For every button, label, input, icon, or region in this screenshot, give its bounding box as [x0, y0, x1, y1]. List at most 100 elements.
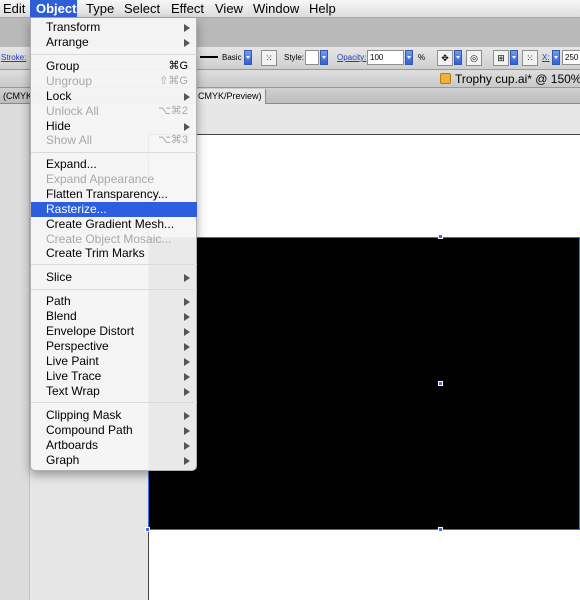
menu-item-artboards[interactable]: Artboards [31, 438, 197, 453]
x-stepper[interactable] [552, 50, 560, 65]
menu-item-label: Rasterize... [46, 202, 107, 216]
menu-edit[interactable]: Edit [0, 0, 31, 17]
menu-item-lock[interactable]: Lock [31, 89, 197, 104]
menu-item-label: Path [46, 294, 71, 308]
menu-window[interactable]: Window [247, 0, 305, 17]
menu-item-path[interactable]: Path [31, 294, 197, 309]
submenu-arrow-icon [184, 427, 190, 435]
isolate-icon[interactable]: ◎ [466, 50, 482, 66]
menu-item-clipping-mask[interactable]: Clipping Mask [31, 408, 197, 423]
menu-item-arrange[interactable]: Arrange [31, 35, 197, 50]
opacity-label[interactable]: Opacity: [337, 53, 366, 62]
menu-item-perspective[interactable]: Perspective [31, 339, 197, 354]
menu-item-label: Ungroup [46, 74, 93, 88]
menu-item-label: Show All [46, 133, 93, 147]
menu-item-label: Clipping Mask [46, 408, 122, 422]
menu-item-graph[interactable]: Graph [31, 453, 197, 468]
menu-item-label: Perspective [46, 339, 109, 353]
menu-item-label: Live Paint [46, 354, 99, 368]
menu-item-shortcut: ⇧⌘G [159, 75, 188, 87]
menu-item-label: Graph [46, 453, 80, 467]
menu-item-label: Arrange [46, 35, 89, 49]
brush-dropdown[interactable] [244, 50, 252, 65]
opacity-dropdown[interactable] [405, 50, 413, 65]
menu-object[interactable]: Object [30, 0, 77, 17]
stroke-label[interactable]: Stroke: [1, 53, 26, 62]
submenu-arrow-icon [184, 343, 190, 351]
style-dropdown[interactable] [320, 50, 328, 65]
menu-item-label: Transform [46, 20, 101, 34]
menu-item-blend[interactable]: Blend [31, 309, 197, 324]
menu-item-label: Create Gradient Mesh... [46, 217, 175, 231]
opacity-input[interactable]: 100 [367, 50, 404, 65]
x-input[interactable]: 250 [562, 50, 580, 65]
x-label[interactable]: X: [542, 53, 550, 62]
menu-item-shortcut: ⌘G [168, 60, 188, 72]
menu-item-compound-path[interactable]: Compound Path [31, 423, 197, 438]
submenu-arrow-icon [184, 39, 190, 47]
menu-separator [31, 289, 197, 290]
menu-item-label: Flatten Transparency... [46, 187, 168, 201]
menu-type[interactable]: Type [80, 0, 120, 17]
center-point-handle[interactable] [438, 381, 443, 386]
menu-item-live-trace[interactable]: Live Trace [31, 369, 197, 384]
submenu-arrow-icon [184, 358, 190, 366]
menu-item-show-all: Show All ⌥⌘3 [31, 133, 197, 148]
recolor-dropdown[interactable] [454, 50, 462, 65]
tab-document-active[interactable]: CMYK/Preview) [195, 89, 266, 104]
menu-item-group[interactable]: Group ⌘G [31, 59, 197, 74]
menu-item-hide[interactable]: Hide [31, 119, 197, 134]
menu-item-envelope-distort[interactable]: Envelope Distort [31, 324, 197, 339]
menu-item-create-object-mosaic: Create Object Mosaic... [31, 232, 197, 247]
style-label: Style: [284, 53, 305, 62]
selected-rectangle[interactable] [148, 237, 580, 530]
bottom-center-handle[interactable] [438, 527, 443, 532]
menu-item-label: Create Trim Marks [46, 246, 145, 260]
menu-item-label: Text Wrap [46, 384, 100, 398]
menu-item-label: Slice [46, 270, 73, 284]
submenu-arrow-icon [184, 373, 190, 381]
submenu-arrow-icon [184, 123, 190, 131]
menu-item-label: Unlock All [46, 104, 99, 118]
submenu-arrow-icon [184, 328, 190, 336]
menu-separator [31, 152, 197, 153]
submenu-arrow-icon [184, 24, 190, 32]
reference-point-icon[interactable]: ⁙ [522, 50, 538, 66]
menu-item-expand[interactable]: Expand... [31, 157, 197, 172]
submenu-arrow-icon [184, 313, 190, 321]
submenu-arrow-icon [184, 442, 190, 450]
recolor-icon[interactable]: ✥ [437, 50, 453, 66]
align-dropdown[interactable] [510, 50, 518, 65]
ai-file-icon [440, 73, 451, 84]
menu-item-shortcut: ⌥⌘3 [158, 134, 188, 146]
menu-item-live-paint[interactable]: Live Paint [31, 354, 197, 369]
top-center-handle[interactable] [438, 234, 443, 239]
menu-view[interactable]: View [209, 0, 249, 17]
menu-item-transform[interactable]: Transform [31, 20, 197, 35]
opacity-unit: % [418, 53, 426, 62]
align-icon[interactable]: ⊞ [493, 50, 509, 66]
menu-item-label: Expand Appearance [46, 172, 155, 186]
menu-effect[interactable]: Effect [165, 0, 210, 17]
menu-item-expand-appearance: Expand Appearance [31, 172, 197, 187]
style-swatch[interactable] [305, 50, 319, 65]
menu-item-slice[interactable]: Slice [31, 270, 197, 285]
menu-item-create-trim-marks[interactable]: Create Trim Marks [31, 246, 197, 261]
menu-item-label: Group [46, 59, 80, 73]
menu-help[interactable]: Help [303, 0, 342, 17]
menu-item-label: Lock [46, 89, 72, 103]
menu-item-flatten-transparency[interactable]: Flatten Transparency... [31, 187, 197, 202]
pasteboard-strip [0, 104, 30, 600]
brush-options-icon[interactable]: ⁙ [261, 50, 277, 66]
menu-separator [31, 54, 197, 55]
menu-item-create-gradient-mesh[interactable]: Create Gradient Mesh... [31, 217, 197, 232]
submenu-arrow-icon [184, 412, 190, 420]
menu-select[interactable]: Select [118, 0, 166, 17]
menu-item-rasterize[interactable]: Rasterize... [31, 202, 197, 217]
document-title: Trophy cup.ai* @ 150% (C [455, 72, 580, 86]
menu-item-label: Compound Path [46, 423, 133, 437]
menu-item-text-wrap[interactable]: Text Wrap [31, 384, 197, 399]
menu-bar: Edit Object Type Select Effect View Wind… [0, 0, 580, 18]
menu-item-label: Create Object Mosaic... [46, 232, 172, 246]
bottom-left-handle[interactable] [145, 527, 150, 532]
